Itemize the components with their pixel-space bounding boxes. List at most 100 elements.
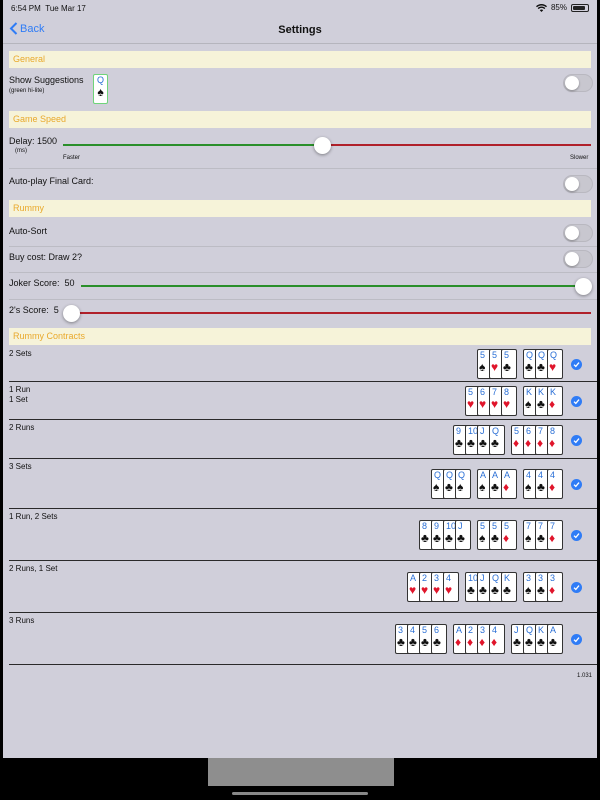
playing-card: 4 ♥ [443, 572, 459, 602]
contract-checkmark[interactable] [571, 582, 582, 593]
playing-card: A ♣ [547, 624, 563, 654]
card-rank: 7 [538, 521, 544, 531]
checkmark-icon [573, 362, 580, 368]
card-suit: ♥ [421, 583, 429, 597]
card-suit: ♣ [467, 583, 475, 597]
playing-card: 5 ♦ [501, 520, 517, 550]
card-rank: 5 [480, 521, 486, 531]
show-suggestions-toggle[interactable] [563, 74, 593, 92]
contract-label: 2 Runs, 1 Set [9, 564, 58, 573]
twos-slider-thumb[interactable] [63, 305, 80, 322]
settings-screen: 6:54 PM Tue Mar 17 85% Back Settings Gen… [3, 0, 597, 758]
card-rank: J [514, 625, 519, 635]
card-suit: ♥ [491, 360, 499, 374]
contract-checkmark[interactable] [571, 530, 582, 541]
card-rank: 5 [504, 521, 510, 531]
status-time-date: 6:54 PM Tue Mar 17 [11, 4, 86, 13]
card-rank: 3 [398, 625, 404, 635]
playing-card: 4 ♦ [547, 469, 563, 499]
contract-checkmark[interactable] [571, 634, 582, 645]
card-rank: A [550, 625, 557, 635]
buycost-label: Buy cost: Draw 2? [9, 252, 83, 262]
card-suit: ♣ [537, 480, 545, 494]
contract-checkmark[interactable] [571, 479, 582, 490]
playing-card: 4 ♦ [489, 624, 505, 654]
card-rank: 5 [480, 350, 486, 360]
contract-divider [9, 508, 597, 509]
divider [9, 272, 597, 273]
card-suit: ♣ [513, 635, 521, 649]
contract-checkmark[interactable] [571, 434, 582, 446]
contract-label: 3 Runs [9, 616, 35, 625]
card-rank: 5 [468, 387, 474, 397]
contract-checkmark[interactable] [571, 359, 582, 370]
card-rank: 5 [492, 350, 498, 360]
card-suit: ♦ [503, 480, 510, 494]
card-rank: 8 [422, 521, 428, 531]
contract-checkmark[interactable] [571, 396, 582, 407]
card-rank: Q [458, 470, 466, 480]
card-rank: Q [550, 350, 558, 360]
card-suit: ♣ [479, 435, 487, 450]
delay-slider-thumb[interactable] [313, 137, 331, 154]
playing-card: Q ♠ [455, 469, 471, 499]
card-rank: 3 [434, 573, 440, 583]
playing-card: Q ♥ [547, 349, 563, 379]
contract-divider [9, 458, 597, 459]
card-rank: K [550, 387, 557, 397]
autoplay-toggle[interactable] [563, 175, 593, 193]
joker-slider-thumb[interactable] [575, 278, 592, 295]
card-suit: ♣ [525, 360, 533, 374]
card-rank: 4 [550, 470, 556, 480]
divider [9, 299, 597, 300]
card-suit: ♣ [421, 635, 429, 649]
playing-card: K ♣ [501, 572, 517, 602]
playing-card: Q ♣ [489, 424, 505, 455]
suggestion-card-suit: ♠ [97, 85, 104, 99]
card-rank: 6 [526, 425, 532, 436]
autosort-toggle[interactable] [563, 224, 593, 242]
card-rank: 2 [422, 573, 428, 583]
card-suit: ♥ [549, 360, 557, 374]
section-general: General [9, 51, 591, 68]
autoplay-label: Auto-play Final Card: [9, 176, 94, 186]
contract-label: 2 Sets [9, 349, 32, 358]
card-rank: Q [526, 625, 534, 635]
divider [9, 246, 597, 247]
version-label: 1.031 [576, 673, 592, 679]
card-suit: ♥ [433, 583, 441, 597]
card-suit: ♣ [433, 531, 441, 545]
card-rank: 9 [456, 425, 462, 436]
status-bar: 6:54 PM Tue Mar 17 85% [3, 0, 597, 16]
card-rank: Q [492, 573, 500, 583]
faster-label: Faster [63, 155, 81, 161]
card-suit: ♠ [479, 531, 486, 545]
card-rank: 7 [526, 521, 532, 531]
contract-label: 1 Run, 2 Sets [9, 512, 58, 521]
checkmark-icon [573, 637, 580, 643]
card-suit: ♥ [479, 397, 487, 411]
delay-label: Delay: 1500 [9, 136, 58, 146]
card-rank: 9 [434, 521, 440, 531]
card-rank: 6 [480, 387, 486, 397]
card-rank: 5 [514, 425, 520, 436]
card-rank: 5 [492, 521, 498, 531]
card-suit: ♣ [491, 480, 499, 494]
card-rank: 7 [538, 425, 544, 436]
playing-card: 6 ♣ [431, 624, 447, 654]
slower-label: Slower [570, 155, 589, 161]
card-suit: ♦ [479, 635, 486, 649]
autosort-label: Auto-Sort [9, 226, 48, 236]
card-suit: ♣ [525, 635, 533, 649]
status-right: 85% [535, 3, 589, 12]
card-rank: Q [446, 470, 454, 480]
joker-slider-min-track [81, 285, 583, 287]
card-suit: ♦ [513, 435, 520, 450]
card-suit: ♣ [549, 635, 557, 649]
playing-card: 3 ♦ [547, 572, 563, 602]
card-suit: ♦ [549, 397, 556, 411]
suggestion-preview-card: Q ♠ [93, 74, 108, 104]
home-indicator[interactable] [232, 792, 368, 795]
buycost-toggle[interactable] [563, 250, 593, 268]
playing-card: A ♦ [501, 469, 517, 499]
